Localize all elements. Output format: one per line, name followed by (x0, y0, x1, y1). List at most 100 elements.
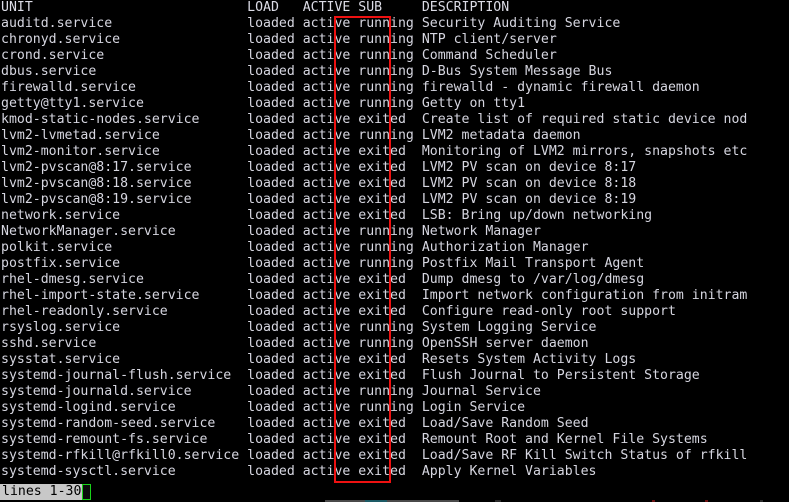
unit-load-state: loaded (247, 416, 303, 431)
unit-row: chronyd.service loaded active running NT… (0, 32, 789, 48)
unit-active-state: active (302, 336, 359, 351)
unit-row: systemd-journald.service loaded active r… (0, 384, 789, 400)
unit-sub-state: exited (358, 416, 422, 431)
unit-sub-state: exited (358, 288, 422, 303)
unit-active-state: active (302, 112, 359, 127)
unit-row: polkit.service loaded active running Aut… (0, 240, 789, 256)
unit-description: System Logging Service (421, 320, 597, 335)
unit-name: firewalld.service (1, 80, 248, 95)
unit-row: systemd-random-seed.service loaded activ… (0, 416, 789, 432)
unit-active-state: active (302, 240, 359, 255)
unit-load-state: loaded (247, 48, 303, 63)
unit-name: postfix.service (1, 256, 248, 271)
unit-load-state: loaded (247, 80, 303, 95)
unit-sub-state: running (358, 16, 422, 31)
unit-load-state: loaded (247, 160, 303, 175)
unit-active-state: active (302, 160, 359, 175)
unit-sub-state: running (358, 384, 422, 399)
column-header-row: UNIT LOAD ACTIVE SUB DESCRIPTION (0, 0, 789, 16)
unit-description: LSB: Bring up/down networking (421, 208, 653, 223)
unit-name: sshd.service (1, 336, 248, 351)
unit-row: rhel-import-state.service loaded active … (0, 288, 789, 304)
unit-active-state: active (302, 432, 359, 447)
unit-active-state: active (302, 224, 359, 239)
unit-name: rhel-import-state.service (1, 288, 248, 303)
unit-sub-state: running (358, 128, 422, 143)
unit-active-state: active (302, 192, 359, 207)
unit-active-state: active (302, 16, 359, 31)
unit-name: systemd-journal-flush.service (1, 368, 248, 383)
unit-load-state: loaded (247, 464, 303, 479)
unit-row: sshd.service loaded active running OpenS… (0, 336, 789, 352)
unit-sub-state: exited (358, 464, 422, 479)
unit-active-state: active (302, 128, 359, 143)
unit-row: network.service loaded active exited LSB… (0, 208, 789, 224)
unit-active-state: active (302, 272, 359, 287)
unit-name: sysstat.service (1, 352, 248, 367)
column-header-unit: UNIT (1, 0, 248, 15)
unit-row: crond.service loaded active running Comm… (0, 48, 789, 64)
pager-status-text: lines 1-30 (0, 484, 83, 500)
unit-row: auditd.service loaded active running Sec… (0, 16, 789, 32)
unit-description: LVM2 PV scan on device 8:19 (421, 192, 637, 207)
unit-sub-state: running (358, 32, 422, 47)
unit-row: kmod-static-nodes.service loaded active … (0, 112, 789, 128)
unit-row: lvm2-lvmetad.service loaded active runni… (0, 128, 789, 144)
unit-sub-state: exited (358, 304, 422, 319)
unit-sub-state: running (358, 96, 422, 111)
unit-sub-state: running (358, 224, 422, 239)
unit-description: Command Scheduler (421, 48, 557, 63)
unit-load-state: loaded (247, 368, 303, 383)
unit-row: lvm2-monitor.service loaded active exite… (0, 144, 789, 160)
unit-name: kmod-static-nodes.service (1, 112, 248, 127)
unit-active-state: active (302, 96, 359, 111)
unit-description: firewalld - dynamic firewall daemon (421, 80, 700, 95)
terminal-window[interactable]: UNIT LOAD ACTIVE SUB DESCRIPTION auditd.s… (0, 0, 789, 502)
unit-sub-state: running (358, 64, 422, 79)
unit-load-state: loaded (247, 304, 303, 319)
unit-sub-state: exited (358, 144, 422, 159)
unit-name: lvm2-pvscan@8:17.service (1, 160, 248, 175)
unit-load-state: loaded (247, 384, 303, 399)
unit-active-state: active (302, 64, 359, 79)
unit-name: lvm2-pvscan@8:18.service (1, 176, 248, 191)
unit-sub-state: exited (358, 208, 422, 223)
unit-load-state: loaded (247, 144, 303, 159)
unit-active-state: active (302, 416, 359, 431)
unit-active-state: active (302, 448, 359, 463)
unit-active-state: active (302, 352, 359, 367)
unit-name: auditd.service (1, 16, 248, 31)
unit-sub-state: exited (358, 368, 422, 383)
unit-active-state: active (302, 80, 359, 95)
unit-name: lvm2-lvmetad.service (1, 128, 248, 143)
unit-name: systemd-random-seed.service (1, 416, 248, 431)
unit-sub-state: exited (358, 272, 422, 287)
unit-load-state: loaded (247, 336, 303, 351)
pager-status-bar: lines 1-30 (0, 484, 92, 500)
unit-description: Network Manager (421, 224, 541, 239)
unit-active-state: active (302, 384, 359, 399)
unit-name: chronyd.service (1, 32, 248, 47)
unit-load-state: loaded (247, 224, 303, 239)
unit-load-state: loaded (247, 192, 303, 207)
unit-description: Load/Save Random Seed (421, 416, 589, 431)
unit-description: Authorization Manager (421, 240, 589, 255)
terminal-screen[interactable]: UNIT LOAD ACTIVE SUB DESCRIPTION auditd.s… (0, 0, 789, 492)
column-header-sub: SUB (358, 0, 422, 15)
unit-sub-state: running (358, 240, 422, 255)
unit-load-state: loaded (247, 432, 303, 447)
unit-row: postfix.service loaded active running Po… (0, 256, 789, 272)
unit-name: systemd-logind.service (1, 400, 248, 415)
column-header-description: DESCRIPTION (421, 0, 510, 15)
unit-active-state: active (302, 48, 359, 63)
unit-name: getty@tty1.service (1, 96, 248, 111)
unit-description: Security Auditing Service (421, 16, 621, 31)
unit-load-state: loaded (247, 96, 303, 111)
unit-list: UNIT LOAD ACTIVE SUB DESCRIPTION auditd.s… (0, 0, 789, 480)
unit-description: Dump dmesg to /var/log/dmesg (421, 272, 645, 287)
unit-row: systemd-rfkill@rfkill0.service loaded ac… (0, 448, 789, 464)
unit-sub-state: running (358, 400, 422, 415)
unit-description: Load/Save RF Kill Switch Status of rfkil… (421, 448, 748, 463)
unit-sub-state: running (358, 80, 422, 95)
unit-load-state: loaded (247, 448, 303, 463)
